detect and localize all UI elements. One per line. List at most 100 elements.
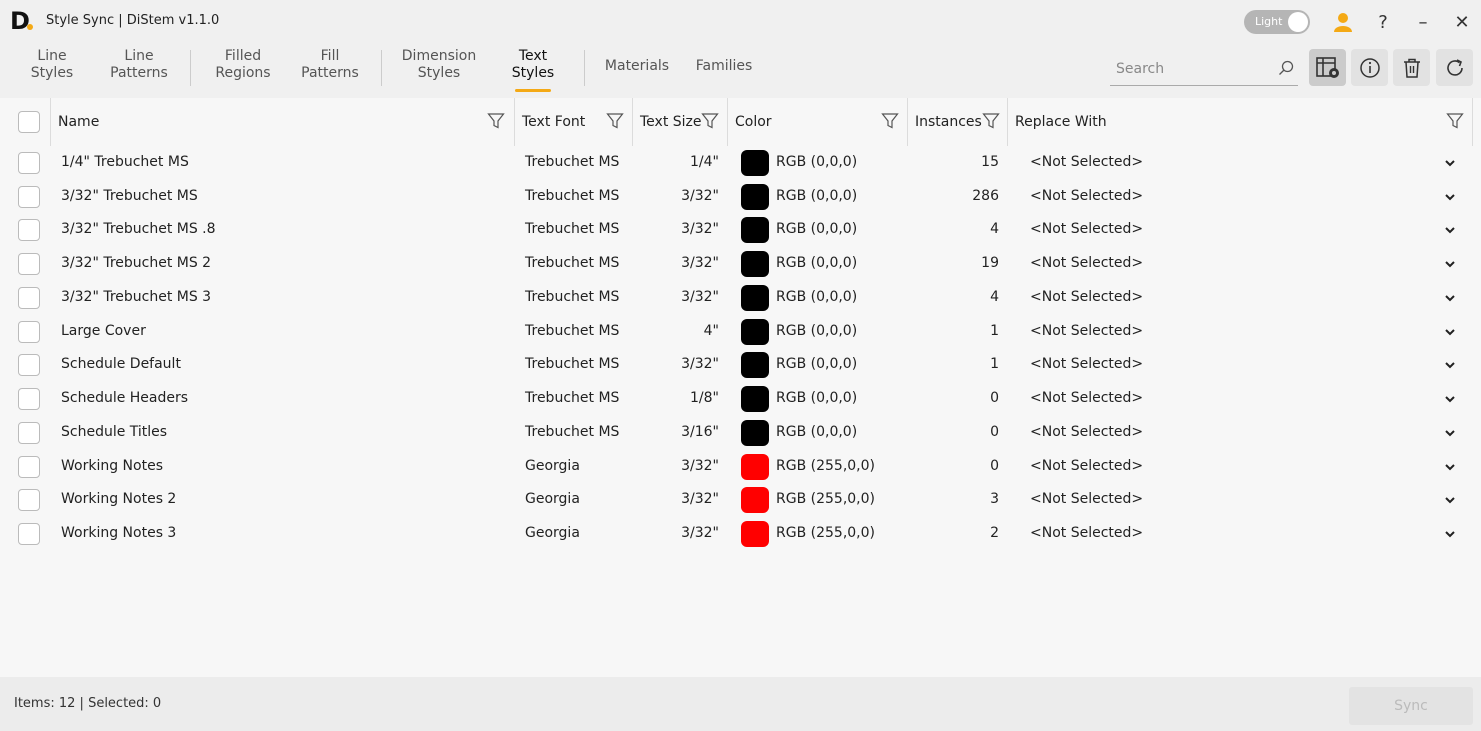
row-checkbox[interactable] [18,321,40,343]
tab-line-patterns[interactable]: Line Patterns [107,48,171,82]
cell-color: RGB (0,0,0) [776,289,858,305]
table-row[interactable]: 3/32" Trebuchet MS 2 Trebuchet MS 3/32" … [0,247,1481,281]
column-header-color[interactable]: Color [735,114,772,130]
chevron-down-icon[interactable] [1443,291,1457,305]
row-checkbox[interactable] [18,422,40,444]
filter-icon[interactable] [881,112,899,130]
cell-text-font: Trebuchet MS [525,221,620,237]
tab-filled-regions[interactable]: Filled Regions [212,48,274,82]
filter-icon[interactable] [606,112,624,130]
replace-with-dropdown[interactable]: <Not Selected> [1030,458,1143,474]
tab-label-line2: Styles [30,65,74,81]
chevron-down-icon[interactable] [1443,527,1457,541]
tab-text-styles[interactable]: Text Styles [506,48,560,82]
user-button[interactable] [1330,8,1356,36]
trash-icon [1403,58,1420,78]
row-checkbox[interactable] [18,253,40,275]
replace-with-dropdown[interactable]: <Not Selected> [1030,356,1143,372]
chevron-down-icon[interactable] [1443,156,1457,170]
refresh-button[interactable] [1436,49,1473,86]
replace-with-dropdown[interactable]: <Not Selected> [1030,289,1143,305]
chevron-down-icon[interactable] [1443,493,1457,507]
replace-with-dropdown[interactable]: <Not Selected> [1030,390,1143,406]
color-swatch [741,386,769,412]
table-row[interactable]: 3/32" Trebuchet MS 3 Trebuchet MS 3/32" … [0,281,1481,315]
cell-instances: 4 [990,289,999,305]
table-row[interactable]: Schedule Default Trebuchet MS 3/32" RGB … [0,348,1481,382]
replace-with-dropdown[interactable]: <Not Selected> [1030,424,1143,440]
chevron-down-icon[interactable] [1443,358,1457,372]
row-checkbox[interactable] [18,219,40,241]
chevron-down-icon[interactable] [1443,257,1457,271]
table-row[interactable]: Working Notes Georgia 3/32" RGB (255,0,0… [0,450,1481,484]
cell-instances: 1 [990,323,999,339]
tab-label-line2: Patterns [301,65,359,81]
tab-materials[interactable]: Materials [600,58,674,75]
cell-name: Working Notes [61,458,163,474]
sync-button[interactable]: Sync [1349,687,1473,725]
filter-icon[interactable] [701,112,719,130]
table-row[interactable]: Schedule Headers Trebuchet MS 1/8" RGB (… [0,382,1481,416]
row-checkbox[interactable] [18,287,40,309]
tab-label-line2: Styles [511,65,555,81]
replace-with-dropdown[interactable]: <Not Selected> [1030,221,1143,237]
row-checkbox[interactable] [18,388,40,410]
table-row[interactable]: Working Notes 2 Georgia 3/32" RGB (255,0… [0,483,1481,517]
replace-with-dropdown[interactable]: <Not Selected> [1030,188,1143,204]
row-checkbox[interactable] [18,354,40,376]
tab-families[interactable]: Families [690,58,758,75]
help-button[interactable]: ? [1370,8,1396,36]
replace-with-dropdown[interactable]: <Not Selected> [1030,491,1143,507]
theme-toggle[interactable]: Light [1244,10,1310,34]
info-button[interactable] [1351,49,1388,86]
color-swatch [741,521,769,547]
tab-bar: Line Styles Line Patterns Filled Regions… [0,44,1481,98]
minimize-button[interactable]: – [1410,8,1436,36]
table-row[interactable]: 3/32" Trebuchet MS .8 Trebuchet MS 3/32"… [0,213,1481,247]
tab-line-styles[interactable]: Line Styles [26,48,78,82]
app-logo: D [10,7,30,35]
cell-instances: 3 [990,491,999,507]
filter-icon[interactable] [982,112,1000,130]
table-row[interactable]: Working Notes 3 Georgia 3/32" RGB (255,0… [0,517,1481,551]
chevron-down-icon[interactable] [1443,190,1457,204]
replace-with-dropdown[interactable]: <Not Selected> [1030,154,1143,170]
replace-with-dropdown[interactable]: <Not Selected> [1030,323,1143,339]
column-settings-button[interactable] [1309,49,1346,86]
filter-icon[interactable] [1446,112,1464,130]
row-checkbox[interactable] [18,186,40,208]
column-header-name[interactable]: Name [58,114,99,130]
tab-dimension-styles[interactable]: Dimension Styles [398,48,480,82]
table-row[interactable]: Schedule Titles Trebuchet MS 3/16" RGB (… [0,416,1481,450]
delete-button[interactable] [1393,49,1430,86]
cell-instances: 286 [972,188,999,204]
row-checkbox[interactable] [18,152,40,174]
row-checkbox[interactable] [18,523,40,545]
column-divider [1472,98,1473,146]
close-button[interactable]: ✕ [1449,8,1475,36]
replace-with-dropdown[interactable]: <Not Selected> [1030,255,1143,271]
chevron-down-icon[interactable] [1443,223,1457,237]
tab-fill-patterns[interactable]: Fill Patterns [298,48,362,82]
column-header-replace-with[interactable]: Replace With [1015,114,1107,130]
table-row[interactable]: 1/4" Trebuchet MS Trebuchet MS 1/4" RGB … [0,146,1481,180]
column-header-text-font[interactable]: Text Font [522,114,585,130]
column-header-instances[interactable]: Instances [915,114,982,130]
replace-with-dropdown[interactable]: <Not Selected> [1030,525,1143,541]
cell-name: 3/32" Trebuchet MS 3 [61,289,212,305]
row-checkbox[interactable] [18,489,40,511]
filter-icon[interactable] [487,112,505,130]
chevron-down-icon[interactable] [1443,426,1457,440]
select-all-checkbox[interactable] [18,111,40,133]
tab-label: Materials [604,58,670,74]
row-checkbox[interactable] [18,456,40,478]
table-row[interactable]: Large Cover Trebuchet MS 4" RGB (0,0,0) … [0,315,1481,349]
table-row[interactable]: 3/32" Trebuchet MS Trebuchet MS 3/32" RG… [0,180,1481,214]
search-input[interactable] [1110,54,1270,84]
chevron-down-icon[interactable] [1443,392,1457,406]
cell-instances: 15 [981,154,999,170]
column-header-text-size[interactable]: Text Size [640,114,702,130]
search-icon[interactable] [1278,60,1294,76]
chevron-down-icon[interactable] [1443,460,1457,474]
chevron-down-icon[interactable] [1443,325,1457,339]
